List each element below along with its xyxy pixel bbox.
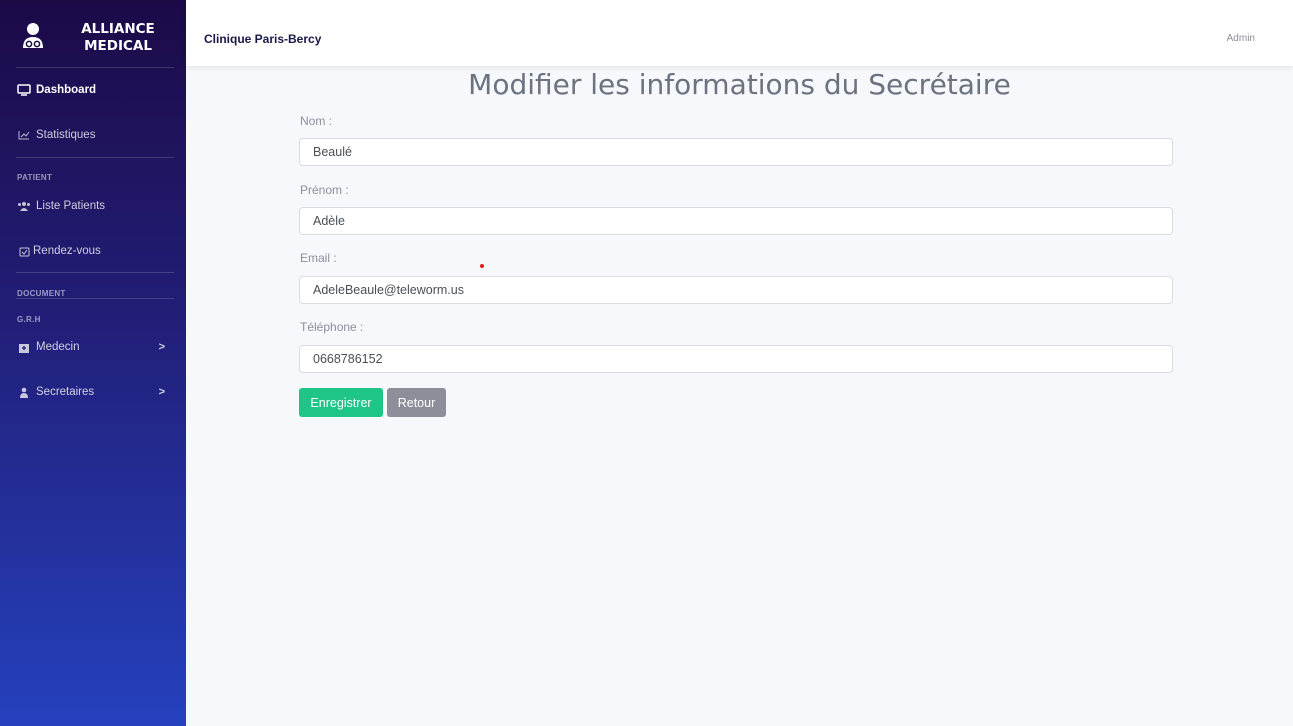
brand[interactable]: ALLIANCE MEDICAL — [0, 0, 186, 66]
sidebar-item-label: Dashboard — [36, 84, 97, 96]
back-button[interactable]: Retour — [387, 388, 446, 417]
monitor-icon — [17, 83, 31, 97]
email-label: Email : — [300, 251, 337, 265]
doctor-icon — [23, 23, 43, 48]
brand-line-2: MEDICAL — [84, 38, 152, 54]
sidebar-item-liste-patients[interactable]: Liste Patients — [17, 196, 177, 216]
clinic-name[interactable]: Clinique Paris-Bercy — [204, 32, 321, 46]
chevron-right-icon: > — [158, 386, 165, 398]
sidebar-item-dashboard[interactable]: Dashboard — [17, 80, 177, 100]
chart-icon — [17, 128, 31, 142]
divider — [16, 272, 174, 273]
nom-label: Nom : — [300, 114, 333, 128]
prenom-label: Prénom : — [300, 183, 349, 197]
email-field[interactable] — [299, 276, 1173, 304]
sidebar-item-medecin[interactable]: Medecin > — [17, 337, 177, 357]
sidebar: ALLIANCE MEDICAL Dashboard Statistiques … — [0, 0, 186, 726]
section-heading-grh: G.R.H — [17, 315, 41, 324]
cursor-dot — [480, 264, 484, 268]
user-menu[interactable]: Admin — [1227, 33, 1255, 44]
topbar: Clinique Paris-Bercy Admin — [186, 0, 1293, 66]
sidebar-item-label: Statistiques — [36, 129, 96, 141]
sidebar-item-statistiques[interactable]: Statistiques — [17, 125, 177, 145]
page-title: Modifier les informations du Secrétaire — [468, 68, 1011, 101]
brand-name: ALLIANCE MEDICAL — [58, 21, 178, 55]
section-heading-patient: PATIENT — [17, 173, 53, 182]
sidebar-item-secretaires[interactable]: Secretaires > — [17, 382, 177, 402]
sidebar-item-label: Rendez-vous — [33, 245, 101, 257]
brand-line-1: ALLIANCE — [81, 21, 155, 37]
divider — [16, 298, 174, 299]
sidebar-item-rendez-vous[interactable]: Rendez-vous — [17, 241, 177, 261]
nom-field[interactable] — [299, 138, 1173, 166]
calendar-check-icon — [17, 244, 31, 258]
user-icon — [17, 385, 31, 399]
divider — [16, 67, 174, 68]
users-icon — [17, 199, 31, 213]
prenom-field[interactable] — [299, 207, 1173, 235]
telephone-label: Téléphone : — [300, 320, 364, 334]
section-heading-document: DOCUMENT — [17, 289, 66, 298]
chevron-right-icon: > — [158, 341, 165, 353]
telephone-field[interactable] — [299, 345, 1173, 373]
sidebar-item-label: Medecin — [36, 341, 80, 353]
divider — [16, 157, 174, 158]
sidebar-item-label: Liste Patients — [36, 200, 106, 212]
hospital-icon — [17, 340, 31, 354]
sidebar-item-label: Secretaires — [36, 386, 95, 398]
save-button[interactable]: Enregistrer — [299, 388, 383, 417]
